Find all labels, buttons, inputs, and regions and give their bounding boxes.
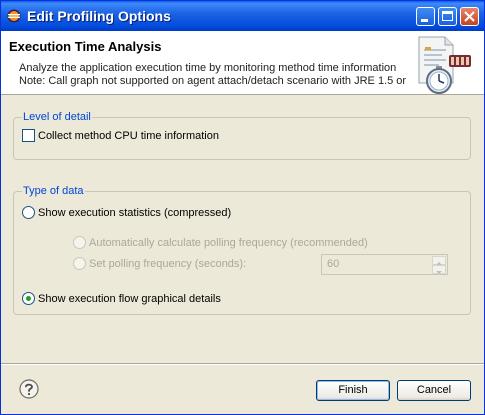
auto-polling-option[interactable]: Automatically calculate polling frequenc… xyxy=(73,236,368,249)
flow-label[interactable]: Show execution flow graphical details xyxy=(38,293,221,305)
close-button[interactable] xyxy=(460,7,479,26)
type-of-data-group: Type of data Show execution statistics (… xyxy=(13,185,471,315)
statistics-label[interactable]: Show execution statistics (compressed) xyxy=(38,207,231,219)
maximize-icon xyxy=(442,11,453,21)
flow-radio[interactable] xyxy=(22,292,35,305)
minimize-button[interactable] xyxy=(416,7,435,26)
cpu-time-label[interactable]: Collect method CPU time information xyxy=(38,130,219,142)
flow-option[interactable]: Show execution flow graphical details xyxy=(22,292,221,305)
page-description: Analyze the application execution time b… xyxy=(19,62,397,74)
button-bar-separator xyxy=(1,363,484,365)
profiling-stopwatch-icon xyxy=(418,36,471,94)
cpu-time-option[interactable]: Collect method CPU time information xyxy=(22,129,219,142)
chevron-down-icon xyxy=(436,271,442,274)
spinner-down-button[interactable] xyxy=(432,265,446,274)
title-bar[interactable]: Edit Profiling Options xyxy=(1,1,484,31)
spinner-up-button[interactable] xyxy=(432,256,446,265)
edit-profiling-options-dialog: Edit Profiling Options Execution Time An… xyxy=(0,0,485,415)
level-of-detail-group: Level of detail Collect method CPU time … xyxy=(13,111,471,160)
type-of-data-legend: Type of data xyxy=(22,185,85,197)
auto-polling-radio[interactable] xyxy=(73,236,86,249)
polling-frequency-spinner[interactable]: 60 xyxy=(321,254,448,275)
set-polling-label: Set polling frequency (seconds): xyxy=(89,257,247,270)
statistics-option[interactable]: Show execution statistics (compressed) xyxy=(22,206,231,219)
window-title: Edit Profiling Options xyxy=(27,8,171,24)
cancel-button[interactable]: Cancel xyxy=(397,380,471,401)
set-polling-option[interactable]: Set polling frequency (seconds): xyxy=(73,257,246,270)
set-polling-radio[interactable] xyxy=(73,257,86,270)
page-note: Note: Call graph not supported on agent … xyxy=(19,75,407,87)
level-of-detail-legend: Level of detail xyxy=(22,111,92,123)
statistics-radio[interactable] xyxy=(22,206,35,219)
minimize-icon xyxy=(421,19,428,22)
help-icon[interactable] xyxy=(19,379,39,399)
eclipse-icon xyxy=(7,9,21,23)
polling-frequency-value[interactable]: 60 xyxy=(327,258,339,270)
auto-polling-label: Automatically calculate polling frequenc… xyxy=(89,236,368,249)
close-icon xyxy=(464,11,475,22)
wizard-header: Execution Time Analysis Analyze the appl… xyxy=(1,31,484,95)
finish-button[interactable]: Finish xyxy=(316,380,390,401)
page-title: Execution Time Analysis xyxy=(9,39,162,54)
cpu-time-checkbox[interactable] xyxy=(22,129,35,142)
maximize-button[interactable] xyxy=(438,7,457,26)
